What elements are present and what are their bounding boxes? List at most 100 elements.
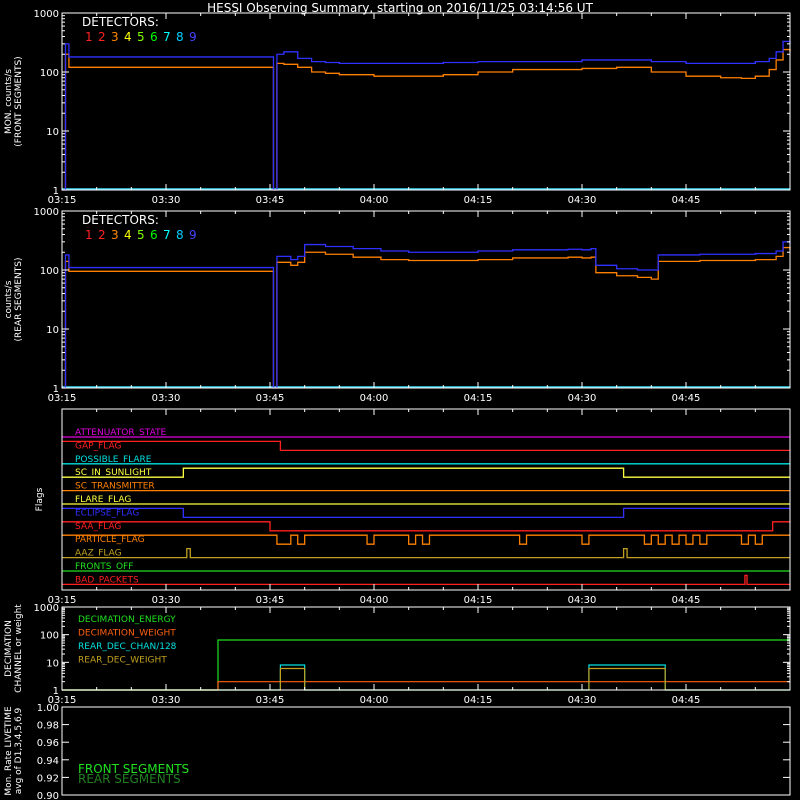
front-x-tick-label: 04:45: [672, 195, 701, 206]
flag-label-saa-flag: SAA_FLAG: [75, 522, 121, 532]
decimation-y-tick-label: 100: [40, 631, 59, 642]
decimation-x-tick-label: 03:45: [256, 695, 285, 706]
decimation-y-label: CHANNEL or weight: [14, 604, 24, 693]
front-y-tick-label: 100: [40, 68, 59, 79]
rear-legend-detector-8: 8: [176, 228, 184, 242]
front-legend-detector-6: 6: [150, 30, 158, 44]
front-y-tick-label: 1000: [34, 9, 59, 20]
decimation-legend-rear-dec-weight: REAR_DEC_WEIGHT: [78, 656, 167, 666]
front-series-blue: [62, 40, 791, 191]
flag-line-sc-in-sunlight: [62, 467, 790, 478]
flag-line-gap-flag: [62, 440, 790, 452]
rear-y-label: counts/s: [4, 280, 14, 318]
flag-line-aaz-flag: [62, 547, 790, 559]
livetime-y-tick-label: 0.92: [37, 773, 59, 784]
rear-x-tick-label: 04:45: [672, 393, 701, 404]
flag-label-fronts-off: FRONTS_OFF: [75, 562, 133, 572]
front-legend-detector-5: 5: [137, 30, 145, 44]
flags-x-tick-label: 03:45: [256, 595, 285, 606]
decimation-x-tick-label: 04:15: [464, 695, 493, 706]
decimation-legend-decimation-weight: DECIMATION_WEIGHT: [78, 629, 176, 639]
front-legend-detector-1: 1: [85, 30, 93, 44]
decimation-legend-decimation-energy: DECIMATION_ENERGY: [78, 615, 176, 625]
rear-legend-detector-4: 4: [124, 228, 132, 242]
rear-series-blue: [62, 241, 791, 389]
decimation-y-tick-label: 1000: [34, 603, 59, 614]
rear-x-tick-label: 03:15: [48, 393, 77, 404]
flags-x-tick-label: 03:30: [152, 595, 181, 606]
rear-y-label: (REAR SEGMENTS): [14, 257, 24, 341]
decimation-x-tick-label: 04:45: [672, 695, 701, 706]
rear-legend-detector-9: 9: [189, 228, 197, 242]
front-legend-detector-8: 8: [176, 30, 184, 44]
front-x-tick-label: 03:45: [256, 195, 285, 206]
flag-label-aaz-flag: AAZ_FLAG: [75, 549, 122, 559]
rear-legend-detector-6: 6: [150, 228, 158, 242]
rear-legend-detector-7: 7: [163, 228, 171, 242]
front-x-tick-label: 03:30: [152, 195, 181, 206]
rear-legend-detector-2: 2: [98, 228, 106, 242]
rear-series-orange: [62, 246, 791, 389]
flag-label-possible-flare: POSSIBLE_FLARE: [75, 455, 152, 465]
decimation-series-chan: [62, 664, 790, 691]
front-x-tick-label: 04:30: [568, 195, 597, 206]
flag-label-flare-flag: FLARE_FLAG: [75, 495, 131, 505]
flag-label-sc-transmitter: SC_TRANSMITTER: [75, 482, 155, 492]
livetime-y-tick-label: 0.98: [37, 721, 59, 732]
rear-x-tick-label: 03:30: [152, 393, 181, 404]
front-series-orange: [62, 48, 791, 191]
livetime-y-tick-label: 0.96: [37, 738, 59, 749]
decimation-y-label: DECIMATION: [4, 620, 14, 677]
livetime-y-tick-label: 0.94: [37, 756, 59, 767]
front-axis-frame: [61, 12, 791, 191]
rear-legend-detector-3: 3: [111, 228, 119, 242]
livetime-legend-rear-segments: REAR SEGMENTS: [78, 772, 181, 786]
flag-line-bad-packets: [62, 574, 790, 586]
front-y-label: MON. counts/s: [4, 69, 14, 134]
decimation-series-rwt: [62, 667, 790, 691]
flags-axis-frame: [61, 408, 791, 591]
rear-x-tick-label: 03:45: [256, 393, 285, 404]
decimation-x-tick-label: 04:30: [568, 695, 597, 706]
flag-line-saa-flag: [62, 521, 790, 532]
front-legend-detector-2: 2: [98, 30, 106, 44]
flag-line-eclipse-flag: [62, 507, 790, 519]
front-y-label: (FRONT SEGMENTS): [14, 56, 24, 146]
flags-x-tick-label: 04:45: [672, 595, 701, 606]
rear-x-tick-label: 04:00: [360, 393, 389, 404]
flag-label-attenuator-state: ATTENUATOR_STATE: [75, 428, 167, 438]
flags-x-tick-label: 04:15: [464, 595, 493, 606]
front-legend-detector-7: 7: [163, 30, 171, 44]
front-legend-detector-3: 3: [111, 30, 119, 44]
decimation-x-tick-label: 04:00: [360, 695, 389, 706]
flag-label-sc-in-sunlight: SC_IN_SUNLIGHT: [75, 468, 152, 478]
flag-label-eclipse-flag: ECLIPSE_FLAG: [75, 508, 139, 518]
flag-label-particle-flag: PARTICLE_FLAG: [75, 535, 145, 545]
flag-line-particle-flag: [62, 534, 790, 545]
rear-x-tick-label: 04:15: [464, 393, 493, 404]
flags-x-tick-label: 04:30: [568, 595, 597, 606]
rear-axis-frame: [61, 210, 791, 389]
livetime-y-tick-label: 0.90: [37, 791, 59, 800]
front-y-tick-label: 10: [46, 127, 59, 138]
decimation-series-weight: [62, 681, 790, 691]
flag-label-bad-packets: BAD_PACKETS: [75, 575, 139, 585]
rear-legend-detector-1: 1: [85, 228, 93, 242]
decimation-x-tick-label: 03:30: [152, 695, 181, 706]
rear-y-tick-label: 1000: [34, 207, 59, 218]
rear-y-tick-label: 100: [40, 266, 59, 277]
decimation-y-tick-label: 10: [46, 658, 59, 669]
summary-chart-canvas: 110100100003:15 03:30 03:45 04:00 04:15 04:30…: [4, 9, 791, 800]
front-legend-title: DETECTORS:: [82, 15, 159, 29]
livetime-y-label: avg of D1,3,4,5,6,9: [14, 707, 24, 794]
front-x-tick-label: 04:00: [360, 195, 389, 206]
livetime-y-label: Mon. Rate LIVETIME: [4, 706, 14, 796]
rear-y-tick-label: 10: [46, 325, 59, 336]
flags-y-label: Flags: [35, 487, 45, 511]
front-legend-detector-9: 9: [189, 30, 197, 44]
flag-label-gap-flag: GAP_FLAG: [75, 441, 121, 451]
rear-x-tick-label: 04:30: [568, 393, 597, 404]
front-x-tick-label: 03:15: [48, 195, 77, 206]
livetime-y-tick-label: 1.00: [37, 703, 59, 714]
front-x-tick-label: 04:15: [464, 195, 493, 206]
